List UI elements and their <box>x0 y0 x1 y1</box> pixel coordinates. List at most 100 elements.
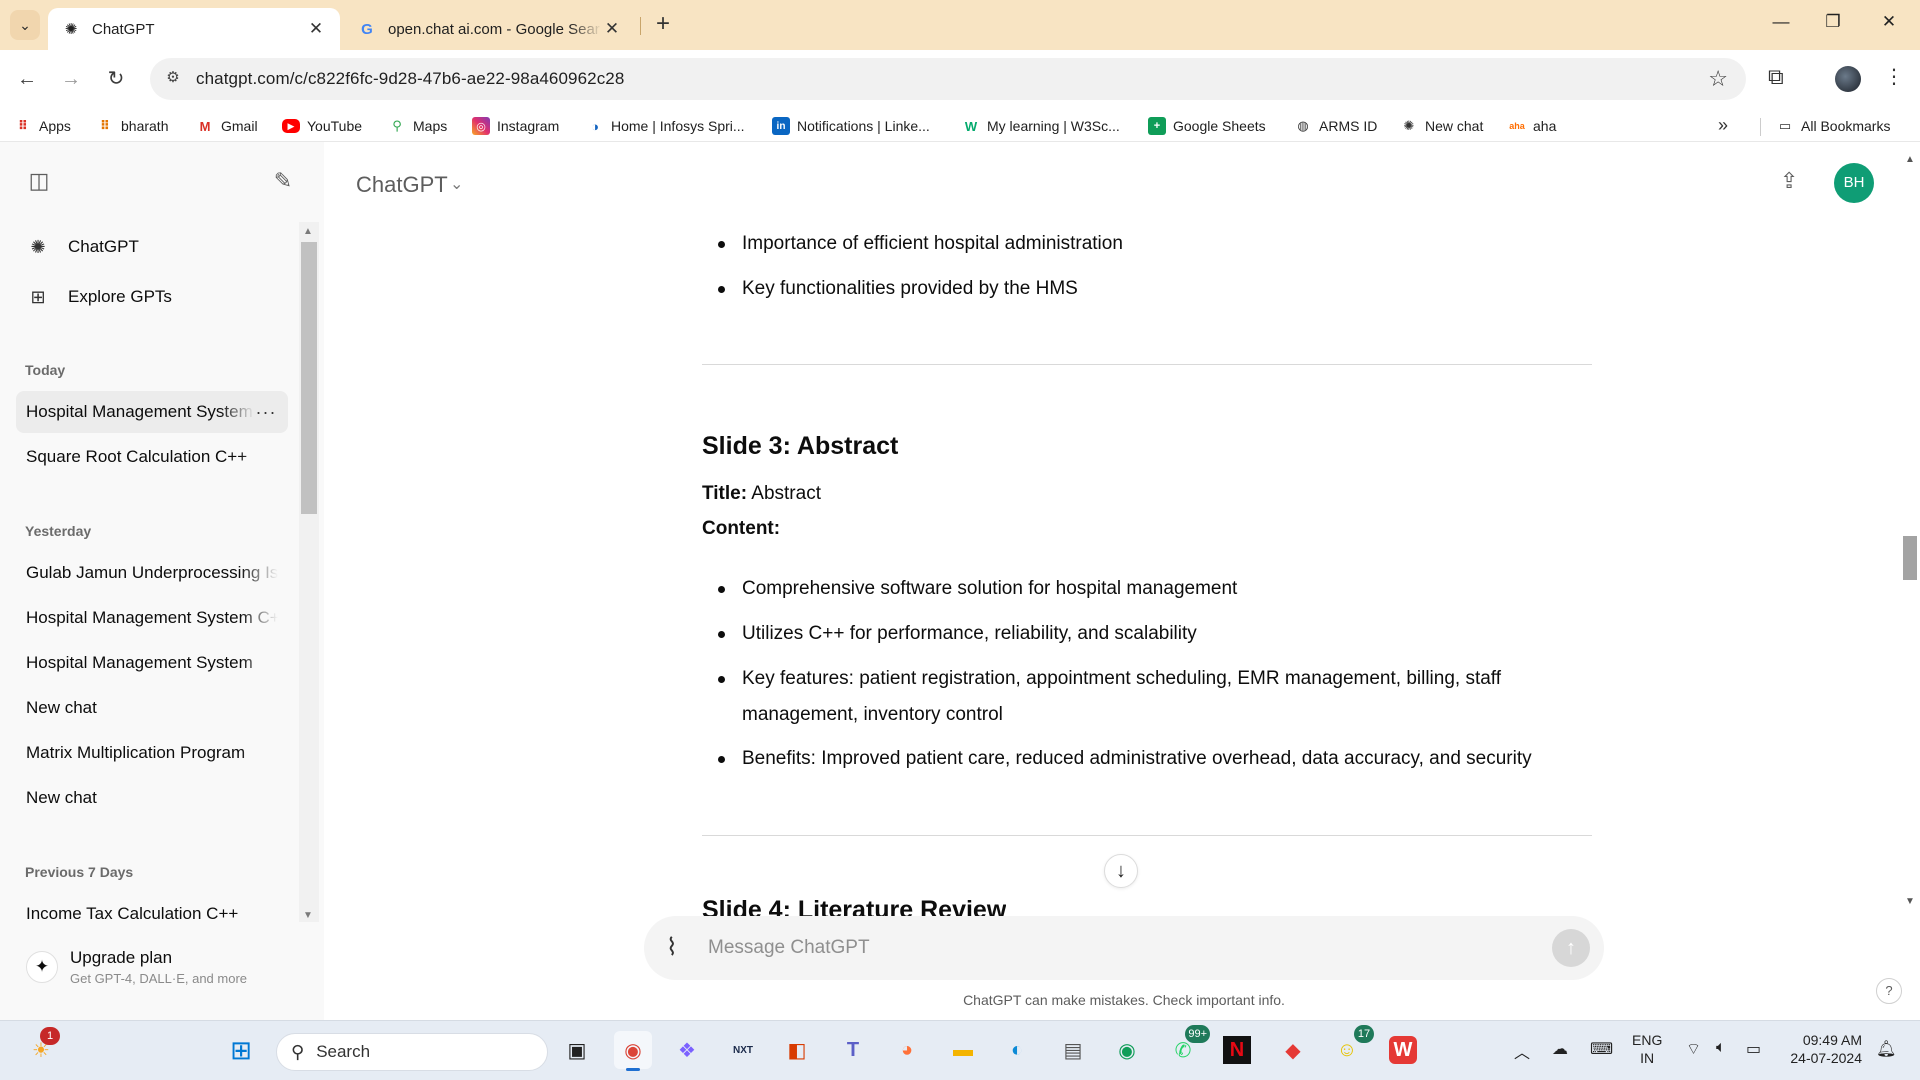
chat-history-item[interactable]: New chat <box>16 687 288 729</box>
bookmark-linkedin[interactable]: in Notifications | Linke... <box>772 115 930 137</box>
new-chat-pencil-icon[interactable]: ✎ <box>268 168 298 198</box>
restore-icon[interactable]: ❐ <box>1810 12 1856 38</box>
taskbar-search[interactable]: ⚲ Search <box>276 1033 548 1071</box>
bookmark-new-chat[interactable]: ✺ New chat <box>1400 115 1484 137</box>
close-tab-icon[interactable]: ✕ <box>602 19 622 39</box>
send-arrow-icon[interactable]: ↑ <box>1552 929 1590 967</box>
browser-profile-avatar[interactable] <box>1835 66 1861 92</box>
bookmark-label: ARMS ID <box>1319 118 1378 134</box>
battery-icon[interactable]: ▭ <box>1746 1039 1761 1059</box>
close-tab-icon[interactable]: ✕ <box>306 19 326 39</box>
infosys-icon: ◑ <box>591 118 599 134</box>
page-scroll-thumb[interactable] <box>1903 536 1917 580</box>
message-composer[interactable]: ⌇ Message ChatGPT ↑ <box>644 916 1604 980</box>
apps-grid-icon: ⠿ <box>99 118 111 133</box>
notification-bell-icon[interactable]: 🔔︎ <box>1876 1039 1896 1059</box>
openai-icon: ✺ <box>1403 118 1415 133</box>
file-explorer-icon[interactable]: ▬ <box>944 1031 982 1069</box>
back-arrow-icon[interactable]: ← <box>12 64 42 94</box>
bookmark-youtube[interactable]: ▶ YouTube <box>282 115 362 137</box>
input-language[interactable]: ENG IN <box>1632 1031 1662 1067</box>
copilot-icon[interactable]: ❖ <box>668 1031 706 1069</box>
forward-arrow-icon[interactable]: → <box>56 64 86 94</box>
all-bookmarks[interactable]: ▭ All Bookmarks <box>1776 115 1891 137</box>
browser-menu-icon[interactable]: ⋮ <box>1884 64 1904 89</box>
attach-paperclip-icon[interactable]: ⌇ <box>666 933 678 962</box>
scroll-to-bottom-arrow-icon[interactable]: ↓ <box>1104 854 1138 888</box>
bookmark-instagram[interactable]: ◎ Instagram <box>472 115 559 137</box>
bookmark-apps[interactable]: ⠿ Apps <box>14 115 71 137</box>
chat-history-item[interactable]: Hospital Management System <box>16 642 288 684</box>
address-bar[interactable]: ⚙ chatgpt.com/c/c822f6fc-9d28-47b6-ae22-… <box>150 58 1746 100</box>
photos-icon[interactable]: ▤ <box>1054 1031 1092 1069</box>
bookmark-bharath[interactable]: ⠿ bharath <box>96 115 169 137</box>
chat-history-item[interactable]: Square Root Calculation C++ <box>16 436 288 478</box>
bookmark-star-icon[interactable]: ☆ <box>1708 66 1728 92</box>
youtube-icon: ▶ <box>282 119 300 133</box>
upgrade-plan-button[interactable]: ✦ Upgrade plan Get GPT-4, DALL·E, and mo… <box>16 937 306 997</box>
chevron-down-icon[interactable]: ⌄ <box>450 174 463 194</box>
chrome-icon[interactable]: ◉ <box>614 1031 652 1071</box>
toggle-sidebar-icon[interactable]: ◫ <box>24 168 54 198</box>
netflix-icon[interactable]: N <box>1218 1031 1256 1069</box>
new-tab-plus-icon[interactable]: + <box>650 12 676 38</box>
bookmark-aha[interactable]: aha aha <box>1508 115 1556 137</box>
weather-widget-icon[interactable]: ☀ 1 <box>22 1027 60 1069</box>
list-item: Utilizes C++ for performance, reliabilit… <box>702 616 1592 652</box>
nxt-wave-icon[interactable]: NXT <box>724 1031 762 1069</box>
bookmark-w3schools[interactable]: W My learning | W3Sc... <box>962 115 1120 137</box>
page-scroll-up-icon[interactable]: ▲ <box>1905 154 1915 165</box>
windows-start-icon[interactable]: ⊞ <box>222 1031 260 1069</box>
chat-history-item[interactable]: Income Tax Calculation C++ <box>16 893 288 935</box>
chat-history-item[interactable]: Gulab Jamun Underprocessing Issue <box>16 552 288 594</box>
chat-history-item[interactable]: Matrix Multiplication Program <box>16 732 288 774</box>
bookmark-infosys[interactable]: ◑ Home | Infosys Spri... <box>586 115 745 137</box>
chat-history-item[interactable]: Hospital Management System C++ <box>16 597 288 639</box>
volume-icon[interactable]: 🔈︎ <box>1716 1039 1726 1057</box>
sidebar-scroll-thumb[interactable] <box>301 242 317 514</box>
whatsapp-icon[interactable]: ✆ 99+ <box>1164 1025 1210 1069</box>
sidebar-item-explore-gpts[interactable]: ⊞ Explore GPTs <box>16 276 288 318</box>
bookmark-google-sheets[interactable]: + Google Sheets <box>1148 115 1266 137</box>
bookmark-gmail[interactable]: M Gmail <box>196 115 258 137</box>
bookmark-arms-id[interactable]: ◍ ARMS ID <box>1294 115 1377 137</box>
chat-history-item[interactable]: Hospital Management System ··· <box>16 391 288 433</box>
show-hidden-icons-chevron-icon[interactable]: ︿ <box>1514 1039 1530 1063</box>
more-options-icon[interactable]: ··· <box>254 402 278 423</box>
model-selector[interactable]: ChatGPT <box>356 172 448 198</box>
scroll-down-arrow-icon[interactable]: ▼ <box>303 910 313 921</box>
minimize-icon[interactable]: — <box>1758 12 1804 38</box>
keyboard-icon[interactable]: ⌨ <box>1590 1039 1613 1059</box>
wifi-icon[interactable]: ⌔ <box>1686 1039 1701 1059</box>
extensions-puzzle-icon[interactable]: ⧉ <box>1768 64 1784 90</box>
system-clock[interactable]: 09:49 AM 24-07-2024 <box>1782 1031 1862 1067</box>
message-input[interactable]: Message ChatGPT <box>708 937 870 959</box>
teams-icon[interactable]: T <box>834 1031 872 1069</box>
firefox-icon[interactable]: ◕ <box>888 1031 926 1069</box>
site-settings-icon[interactable]: ⚙ <box>162 68 184 90</box>
help-question-icon[interactable]: ? <box>1876 978 1902 1004</box>
office-icon[interactable]: ◧ <box>778 1031 816 1069</box>
wps-office-icon[interactable]: W <box>1384 1031 1422 1069</box>
onedrive-cloud-icon[interactable]: ☁ <box>1552 1039 1568 1059</box>
tab-chatgpt[interactable]: ✺ ChatGPT ✕ <box>48 8 340 50</box>
scroll-up-arrow-icon[interactable]: ▲ <box>303 226 313 237</box>
share-upload-icon[interactable]: ⇪ <box>1780 168 1798 194</box>
chrome-profile-icon[interactable]: ◉ <box>1108 1031 1146 1069</box>
page-scroll-down-icon[interactable]: ▼ <box>1905 896 1915 907</box>
url-text[interactable]: chatgpt.com/c/c822f6fc-9d28-47b6-ae22-98… <box>196 69 624 89</box>
window-close-icon[interactable]: ✕ <box>1866 12 1912 38</box>
more-bookmarks-chevron-icon[interactable]: » <box>1718 115 1728 136</box>
reload-icon[interactable]: ↻ <box>101 64 131 94</box>
diamond-app-icon[interactable]: ◆ <box>1274 1031 1312 1069</box>
user-avatar[interactable]: BH <box>1834 163 1874 203</box>
task-view-icon[interactable]: ▣ <box>558 1031 596 1069</box>
edge-icon[interactable]: ◐ <box>998 1031 1036 1069</box>
page-scrollbar[interactable] <box>1900 152 1920 912</box>
bookmark-maps[interactable]: ⚲ Maps <box>388 115 447 137</box>
sidebar-item-chatgpt[interactable]: ✺ ChatGPT <box>16 226 288 268</box>
tab-google-search[interactable]: G open.chat ai.com - Google Sear ✕ <box>344 8 636 50</box>
chat-history-item[interactable]: New chat <box>16 777 288 819</box>
tab-search-chevron-icon[interactable]: ⌄ <box>10 10 40 40</box>
snapchat-icon[interactable]: ☺ 17 <box>1328 1025 1374 1069</box>
